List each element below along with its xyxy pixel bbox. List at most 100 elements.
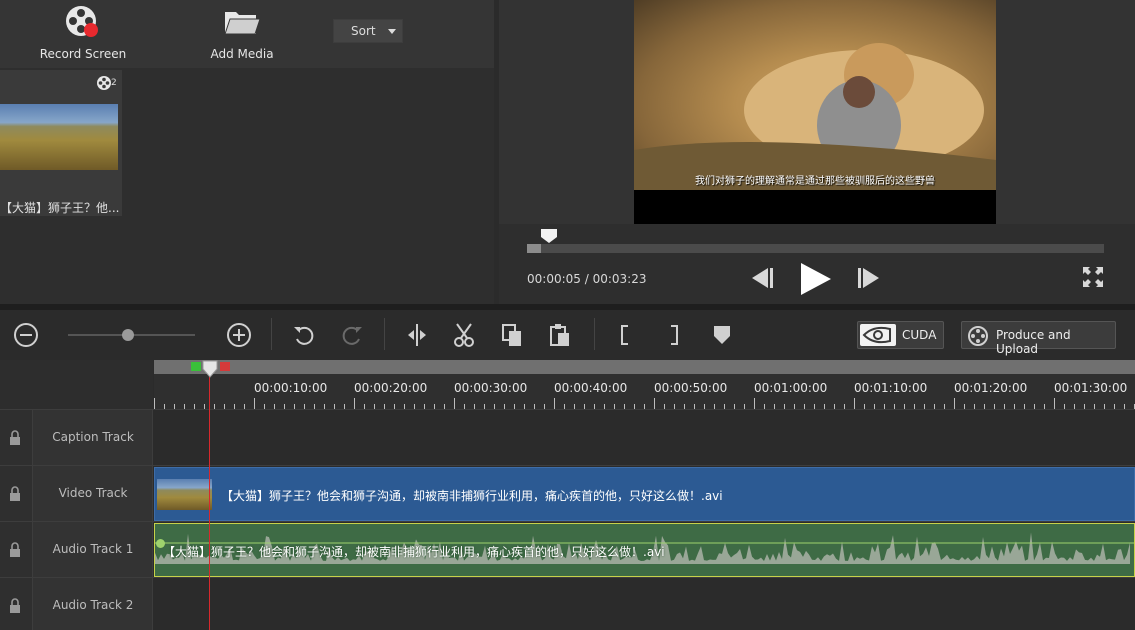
copy-icon[interactable] <box>499 322 525 348</box>
ruler-label: 00:01:20:00 <box>954 381 1028 395</box>
lock-icon <box>10 430 20 445</box>
audio-clip-name: 【大猫】狮子王？他会和狮子沟通，却被南非捕狮行业利用，痛心疾首的他，只好这么做！… <box>163 545 665 559</box>
current-time: 00:00:05 <box>527 272 581 286</box>
ruler-label: 00:00:20:00 <box>354 381 428 395</box>
ruler-label: 00:00:30:00 <box>454 381 528 395</box>
media-item[interactable]: 2 【大猫】狮子王？他... <box>0 70 122 216</box>
time-readout: 00:00:05 / 00:03:23 <box>527 272 647 286</box>
sort-dropdown[interactable]: Sort <box>333 19 403 43</box>
ruler-label: 00:01:30:00 <box>1054 381 1128 395</box>
produce-and-upload-button[interactable]: Produce and Upload <box>961 321 1116 356</box>
video-track-body[interactable]: 【大猫】狮子王？他会和狮子沟通，却被南非捕狮行业利用，痛心疾首的他，只好这么做！… <box>154 466 1135 522</box>
ruler-range-bar[interactable] <box>154 360 1135 374</box>
chevron-down-icon <box>388 29 396 34</box>
previous-frame-icon[interactable] <box>748 266 776 290</box>
ruler-label: 00:01:10:00 <box>854 381 928 395</box>
audio-track-2: Audio Track 2 <box>0 577 1135 630</box>
audio-track-1: Audio Track 1 【大猫】狮子王？他会和狮子沟通，却被南非捕狮行业利用… <box>0 521 1135 578</box>
plus-circle-icon[interactable] <box>226 322 252 348</box>
media-thumbnail <box>0 104 118 170</box>
cuda-button[interactable]: CUDA <box>857 321 944 349</box>
video-clip-thumbnail <box>157 479 212 510</box>
total-time: 00:03:23 <box>592 272 647 286</box>
play-icon[interactable] <box>799 261 833 297</box>
audio-track-1-lock[interactable] <box>0 522 33 578</box>
media-toolbar: Record Screen Add Media Sort <box>0 0 494 68</box>
video-track-lock[interactable] <box>0 466 33 522</box>
cuda-label: CUDA <box>902 328 937 342</box>
mark-in-handle[interactable] <box>191 362 201 371</box>
time-separator: / <box>584 272 593 286</box>
record-screen-button[interactable]: Record Screen <box>28 4 138 61</box>
add-media-label: Add Media <box>210 47 274 61</box>
video-track: Video Track 【大猫】狮子王？他会和狮子沟通，却被南非捕狮行业利用，痛… <box>0 465 1135 522</box>
audio-track-1-header[interactable]: Audio Track 1 <box>33 522 153 578</box>
audio-clip[interactable]: 【大猫】狮子王？他会和狮子沟通，却被南非捕狮行业利用，痛心疾首的他，只好这么做！… <box>154 523 1135 577</box>
audio-track-1-body[interactable]: 【大猫】狮子王？他会和狮子沟通，却被南非捕狮行业利用，痛心疾首的他，只好这么做！… <box>154 522 1135 578</box>
undo-icon[interactable] <box>291 322 317 348</box>
caption-track-body[interactable] <box>154 410 1135 466</box>
split-icon[interactable] <box>404 322 430 348</box>
video-track-header[interactable]: Video Track <box>33 466 153 522</box>
media-panel: Record Screen Add Media Sort 2 【大猫】狮子王？他… <box>0 0 494 304</box>
toolbar-separator <box>594 318 595 350</box>
audio-track-2-label: Audio Track 2 <box>52 598 134 612</box>
folder-icon <box>224 12 261 35</box>
ruler-label: 00:00:40:00 <box>554 381 628 395</box>
audio-track-2-lock[interactable] <box>0 578 33 630</box>
film-reel-record-icon <box>66 6 98 37</box>
video-area: 我们对狮子的理解通常是通过那些被驯服后的这些野兽 <box>499 0 1135 224</box>
toolbar-separator <box>271 318 272 350</box>
paste-icon[interactable] <box>547 322 573 348</box>
audio-track-2-header[interactable]: Audio Track 2 <box>33 578 153 630</box>
audio-track-1-label: Audio Track 1 <box>52 542 134 556</box>
ruler-label: 00:00:50:00 <box>654 381 728 395</box>
seek-bar[interactable] <box>527 244 1104 253</box>
film-reel-icon <box>97 76 111 90</box>
ruler-header <box>0 360 153 410</box>
lock-icon <box>10 598 20 613</box>
playhead-handle-icon[interactable] <box>202 360 218 378</box>
timeline-toolbar: CUDA Produce and Upload <box>0 310 1135 360</box>
clip-count: 2 <box>111 78 117 88</box>
ruler-label: 00:00:10:00 <box>254 381 328 395</box>
time-ruler[interactable]: 00:00:10:00 00:00:20:00 00:00:30:00 00:0… <box>154 360 1135 410</box>
video-subtitle: 我们对狮子的理解通常是通过那些被驯服后的这些野兽 <box>695 176 935 187</box>
caption-track-label: Caption Track <box>52 430 134 444</box>
caption-track-lock[interactable] <box>0 410 33 466</box>
video-scene-art <box>634 43 996 190</box>
film-reel-icon <box>968 326 988 346</box>
mark-out-icon[interactable] <box>663 322 685 348</box>
video-clip[interactable]: 【大猫】狮子王？他会和狮子沟通，却被南非捕狮行业利用，痛心疾首的他，只好这么做！… <box>154 467 1135 521</box>
redo-icon[interactable] <box>339 322 365 348</box>
playhead-line <box>209 362 210 630</box>
video-preview[interactable]: 我们对狮子的理解通常是通过那些被驯服后的这些野兽 <box>634 0 996 224</box>
mark-in-icon[interactable] <box>614 322 636 348</box>
caption-track-header[interactable]: Caption Track <box>33 410 153 466</box>
minus-circle-icon[interactable] <box>13 322 39 348</box>
video-clip-name: 【大猫】狮子王？他会和狮子沟通，却被南非捕狮行业利用，痛心疾首的他，只好这么做！… <box>221 489 723 503</box>
lock-icon <box>10 486 20 501</box>
lock-icon <box>10 542 20 557</box>
timeline: 00:00:10:00 00:00:20:00 00:00:30:00 00:0… <box>0 360 1135 630</box>
video-frame-image <box>634 0 996 190</box>
media-item-name: 【大猫】狮子王？他... <box>0 201 120 215</box>
sort-label: Sort <box>351 24 376 38</box>
mark-out-handle[interactable] <box>220 362 230 371</box>
preview-panel: 我们对狮子的理解通常是通过那些被驯服后的这些野兽 00:00:05 / 00:0… <box>499 0 1135 304</box>
caption-track: Caption Track <box>0 409 1135 466</box>
seek-handle-icon[interactable] <box>540 228 558 244</box>
nvidia-logo-icon <box>860 324 896 346</box>
zoom-slider-knob[interactable] <box>121 329 134 341</box>
seek-bar-fill <box>527 244 542 253</box>
toolbar-separator <box>384 318 385 350</box>
produce-and-upload-label: Produce and Upload <box>996 328 1071 356</box>
next-frame-icon[interactable] <box>855 266 883 290</box>
fullscreen-icon[interactable] <box>1081 265 1105 289</box>
scissors-icon[interactable] <box>451 322 477 348</box>
marker-icon[interactable] <box>710 322 734 348</box>
add-media-button[interactable]: Add Media <box>192 4 292 61</box>
audio-track-2-body[interactable] <box>154 578 1135 630</box>
ruler-label: 00:01:00:00 <box>754 381 828 395</box>
record-screen-label: Record Screen <box>39 47 127 61</box>
